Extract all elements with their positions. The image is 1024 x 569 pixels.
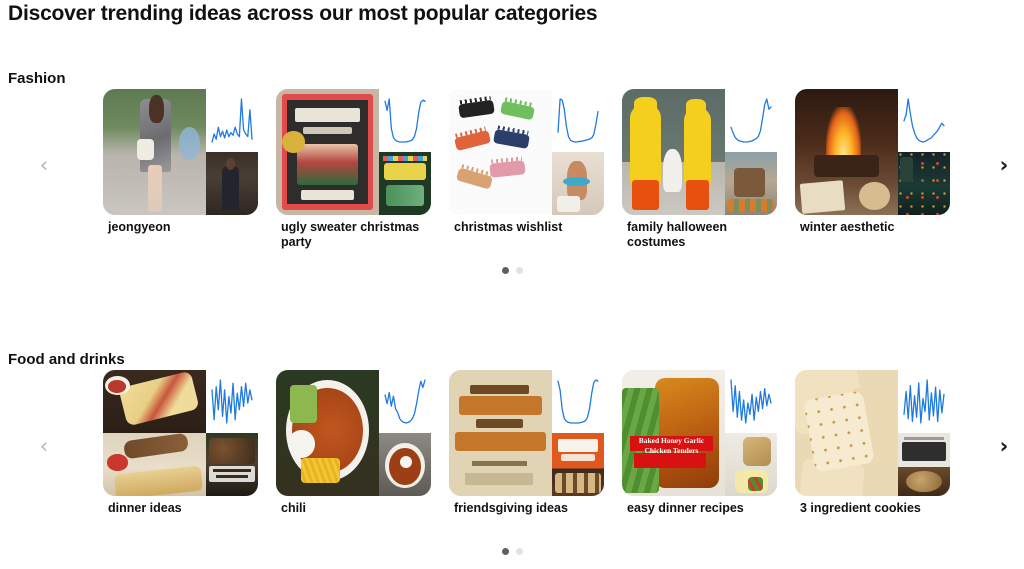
card-label: christmas wishlist [454,220,563,234]
trend-card[interactable]: dinner ideas [103,370,258,530]
card-label: jeongyeon [108,220,171,234]
card-side [725,370,777,496]
card-media[interactable]: Baked Honey Garlic Chicken Tenders [622,370,777,496]
card-side [379,370,431,496]
trend-card[interactable]: ugly sweater christmas party [276,89,431,249]
card-media[interactable] [103,370,258,496]
trend-sparkline-chart [379,89,431,152]
pagination-dot[interactable] [515,267,523,274]
trend-sparkline-chart [898,89,950,152]
card-label: family halloween costumes [627,220,728,249]
card-thumbnail-image[interactable] [898,433,950,496]
card-hero-image[interactable] [622,89,725,215]
card-hero-image[interactable] [103,370,206,496]
card-media[interactable] [103,89,258,215]
card-label: friendsgiving ideas [454,501,568,515]
card-media[interactable] [795,370,950,496]
card-thumbnail-image[interactable] [379,152,431,215]
page-title: Discover trending ideas across our most … [8,2,598,25]
card-label: winter aesthetic [800,220,895,234]
trend-card[interactable]: jeongyeon [103,89,258,249]
carousel-food-and-drinks: ‹ › dinner ideas chili friendsgiving ideas… [0,370,1024,530]
card-thumbnail-image[interactable] [725,433,777,496]
trend-sparkline-chart [206,89,258,152]
card-media[interactable] [449,370,604,496]
trend-sparkline-chart [206,370,258,433]
card-side [206,89,258,215]
trend-card[interactable]: family halloween costumes [622,89,777,249]
carousel-track: dinner ideas chili friendsgiving ideas Bake… [103,370,971,530]
card-side [725,89,777,215]
card-label: dinner ideas [108,501,182,515]
carousel-next-button[interactable]: › [991,433,1017,459]
hero-bottom-image [103,433,206,496]
carousel-pagination [0,548,1024,555]
trend-card[interactable]: friendsgiving ideas [449,370,604,530]
trend-sparkline-chart [552,370,604,433]
trend-card[interactable]: winter aesthetic [795,89,950,249]
carousel-next-button[interactable]: › [991,152,1017,178]
trend-sparkline-chart [552,89,604,152]
card-hero-image[interactable] [276,370,379,496]
card-hero-image[interactable] [103,89,206,215]
pagination-dot[interactable] [515,548,523,555]
card-media[interactable] [276,370,431,496]
trend-card[interactable]: christmas wishlist [449,89,604,249]
card-thumbnail-image[interactable] [898,152,950,215]
card-side [898,89,950,215]
card-hero-image[interactable] [276,89,379,215]
card-media[interactable] [622,89,777,215]
card-thumbnail-image[interactable] [725,152,777,215]
card-media[interactable] [449,89,604,215]
trending-ideas-page: Discover trending ideas across our most … [0,0,1024,569]
carousel-prev-button[interactable]: ‹ [31,152,57,178]
trend-card[interactable]: chili [276,370,431,530]
trend-sparkline-chart [725,89,777,152]
carousel-fashion: ‹ › jeongyeon ugly sweater christmas part… [0,89,1024,249]
card-media[interactable] [795,89,950,215]
card-hero-image[interactable]: Baked Honey Garlic Chicken Tenders [622,370,725,496]
card-hero-image[interactable] [795,370,898,496]
carousel-track: jeongyeon ugly sweater christmas party chr… [103,89,971,249]
card-side [898,370,950,496]
card-side [552,370,604,496]
card-side [552,89,604,215]
hero-caption-overlay: Baked Honey Garlic Chicken Tenders [638,436,705,455]
section-title: Food and drinks [8,351,125,368]
trend-sparkline-chart [725,370,777,433]
card-label: ugly sweater christmas party [281,220,420,249]
card-label: chili [281,501,307,515]
card-thumbnail-image[interactable] [379,433,431,496]
card-thumbnail-image[interactable] [206,433,258,496]
carousel-prev-button[interactable]: ‹ [31,433,57,459]
card-hero-image[interactable] [795,89,898,215]
pagination-dot[interactable] [501,548,509,555]
card-label: easy dinner recipes [627,501,744,515]
card-side [379,89,431,215]
card-thumbnail-image[interactable] [206,152,258,215]
section-title: Fashion [8,70,66,87]
card-media[interactable] [276,89,431,215]
card-hero-image[interactable] [449,370,552,496]
card-thumbnail-image[interactable] [552,433,604,496]
trend-sparkline-chart [898,370,950,433]
hero-top-image [103,370,206,433]
card-side [206,370,258,496]
card-label: 3 ingredient cookies [800,501,921,515]
pagination-dot[interactable] [501,267,509,274]
carousel-pagination [0,267,1024,274]
card-thumbnail-image[interactable] [552,152,604,215]
trend-card[interactable]: 3 ingredient cookies [795,370,950,530]
trend-sparkline-chart [379,370,431,433]
trend-card[interactable]: Baked Honey Garlic Chicken Tenders easy d… [622,370,777,530]
card-hero-image[interactable] [449,89,552,215]
